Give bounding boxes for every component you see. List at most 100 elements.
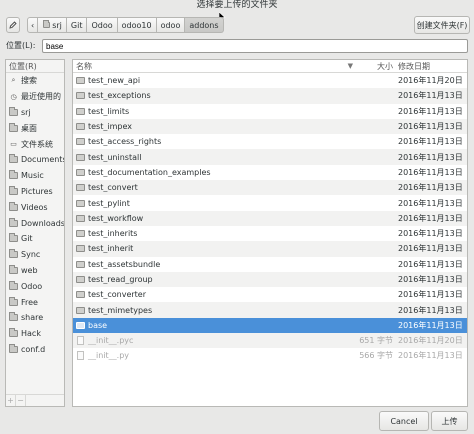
file-row[interactable]: test_workflow 2016年11月13日 <box>73 210 467 226</box>
cancel-button[interactable]: Cancel <box>379 411 429 431</box>
folder-icon <box>9 217 18 227</box>
folder-icon <box>76 260 85 268</box>
sidebar-item--[interactable]: 桌面 <box>6 120 64 136</box>
sidebar-item-label: 桌面 <box>21 123 37 133</box>
folder-icon <box>9 170 18 180</box>
file-modified-date: 2016年11月13日 <box>398 122 463 132</box>
file-name: test_access_rights <box>88 137 162 147</box>
sidebar-item-downloads[interactable]: Downloads <box>6 215 64 231</box>
search-icon: ⌕ <box>11 76 16 85</box>
sidebar-item-git[interactable]: Git <box>6 231 64 247</box>
folder-icon <box>76 214 85 222</box>
sidebar-item-videos[interactable]: Videos <box>6 199 64 215</box>
home-folder-icon <box>42 20 50 29</box>
sidebar-item-sync[interactable]: Sync <box>6 247 64 263</box>
column-modified-header[interactable]: 修改日期 <box>395 60 467 72</box>
sidebar-item-web[interactable]: web <box>6 263 64 279</box>
folder-icon <box>76 153 85 161</box>
file-name: test_workflow <box>88 213 144 223</box>
file-row[interactable]: test_mimetypes 2016年11月13日 <box>73 302 467 318</box>
file-modified-date: 2016年11月13日 <box>398 152 463 162</box>
window-title: 选择要上传的文件夹 <box>0 0 474 12</box>
file-row[interactable]: test_new_api 2016年11月20日 <box>73 73 467 88</box>
sidebar-actions: + − <box>6 394 64 406</box>
sidebar-item--[interactable]: ▭ 文件系统 <box>6 136 64 152</box>
file-row[interactable]: test_impex 2016年11月13日 <box>73 118 467 135</box>
sidebar-item-free[interactable]: Free <box>6 294 64 310</box>
crumb-git[interactable]: Git <box>66 17 88 33</box>
location-input[interactable] <box>42 39 468 53</box>
sidebar-item-odoo[interactable]: Odoo <box>6 278 64 294</box>
file-row[interactable]: test_read_group 2016年11月13日 <box>73 271 467 288</box>
sidebar-item-share[interactable]: share <box>6 310 64 326</box>
sidebar-item-documents[interactable]: Documents <box>6 152 64 168</box>
crumb-odoo[interactable]: Odoo <box>87 17 118 33</box>
file-row[interactable]: test_convert 2016年11月13日 <box>73 180 467 196</box>
file-modified-date: 2016年11月13日 <box>398 183 463 193</box>
dialog-footer: Cancel 上传 <box>0 408 474 434</box>
file-row[interactable]: test_limits 2016年11月13日 <box>73 104 467 119</box>
file-name: test_inherit <box>88 244 134 254</box>
file-name: test_exceptions <box>88 91 151 101</box>
sidebar-item-label: Downloads <box>21 218 64 228</box>
file-row[interactable]: test_exceptions 2016年11月13日 <box>73 88 467 104</box>
crumb-odoo10[interactable]: odoo10 <box>117 17 157 33</box>
file-row[interactable]: test_inherits 2016年11月13日 <box>73 226 467 241</box>
crumb-srj[interactable]: srj <box>38 17 67 33</box>
location-row: 位置(L): <box>0 38 474 54</box>
file-row[interactable]: test_inherit 2016年11月13日 <box>73 241 467 257</box>
file-row[interactable]: test_documentation_examples 2016年11月13日 <box>73 165 467 180</box>
pencil-icon <box>9 21 17 29</box>
folder-icon <box>76 291 85 299</box>
folder-icon <box>76 230 85 238</box>
file-row[interactable]: test_access_rights 2016年11月13日 <box>73 134 467 149</box>
file-name-cell: test_inherits <box>73 229 357 238</box>
file-row[interactable]: test_converter 2016年11月13日 <box>73 287 467 302</box>
add-bookmark-button[interactable]: + <box>6 395 16 406</box>
file-row[interactable]: base 2016年11月13日 <box>73 317 467 334</box>
folder-icon <box>9 280 18 290</box>
file-name-cell: test_read_group <box>73 275 357 284</box>
column-name-header[interactable]: 名称 ▼ <box>73 60 357 72</box>
desktop-folder-icon <box>9 122 18 132</box>
file-name: test_mimetypes <box>88 305 153 315</box>
upload-button[interactable]: 上传 <box>431 411 468 431</box>
sidebar-item-label: Pictures <box>21 186 53 196</box>
sidebar-item-conf-d[interactable]: conf.d <box>6 342 64 358</box>
folder-icon <box>9 154 18 164</box>
sidebar-item--[interactable]: ⌕ 搜索 <box>6 73 64 89</box>
file-name: __init__.pyc <box>88 336 134 346</box>
file-size: 566 字节 <box>359 351 393 361</box>
file-row[interactable]: test_uninstall 2016年11月13日 <box>73 149 467 165</box>
folder-icon <box>76 123 85 131</box>
crumb-odoo-lower[interactable]: odoo <box>156 17 186 33</box>
file-modified-date: 2016年11月13日 <box>398 259 463 269</box>
folder-icon <box>76 321 85 329</box>
sidebar-item-label: Hack <box>21 329 41 339</box>
sidebar-item-label: Sync <box>21 250 41 260</box>
file-modified-date: 2016年11月13日 <box>398 167 463 177</box>
file-name-cell: test_limits <box>73 107 357 116</box>
file-row[interactable]: __init__.py 566 字节 2016年11月13日 <box>73 348 467 363</box>
file-row[interactable]: test_assetsbundle 2016年11月13日 <box>73 257 467 272</box>
file-name-cell: test_impex <box>73 122 357 131</box>
sidebar-item-srj[interactable]: srj <box>6 105 64 121</box>
file-modified-date: 2016年11月13日 <box>398 198 463 208</box>
sidebar-item-hack[interactable]: Hack <box>6 326 64 342</box>
create-folder-button[interactable]: 创建文件夹(F) <box>414 16 470 34</box>
sidebar-item--[interactable]: ◷ 最近使用的 <box>6 89 64 105</box>
sidebar-item-music[interactable]: Music <box>6 168 64 184</box>
file-modified-date: 2016年11月13日 <box>398 106 463 116</box>
file-row[interactable]: __init__.pyc 651 字节 2016年11月20日 <box>73 333 467 349</box>
folder-icon <box>9 233 18 243</box>
toggle-location-button[interactable] <box>6 17 20 33</box>
remove-bookmark-button[interactable]: − <box>16 395 26 406</box>
crumb-addons[interactable]: addons <box>185 17 224 33</box>
file-name-cell: test_new_api <box>73 76 357 85</box>
path-back-button[interactable]: ‹ <box>27 17 39 33</box>
column-size-header[interactable]: 大小 <box>357 60 395 72</box>
filesystem-icon: ▭ <box>10 140 17 149</box>
file-row[interactable]: test_pylint 2016年11月13日 <box>73 195 467 210</box>
file-name: test_documentation_examples <box>88 167 211 177</box>
sidebar-item-pictures[interactable]: Pictures <box>6 184 64 200</box>
